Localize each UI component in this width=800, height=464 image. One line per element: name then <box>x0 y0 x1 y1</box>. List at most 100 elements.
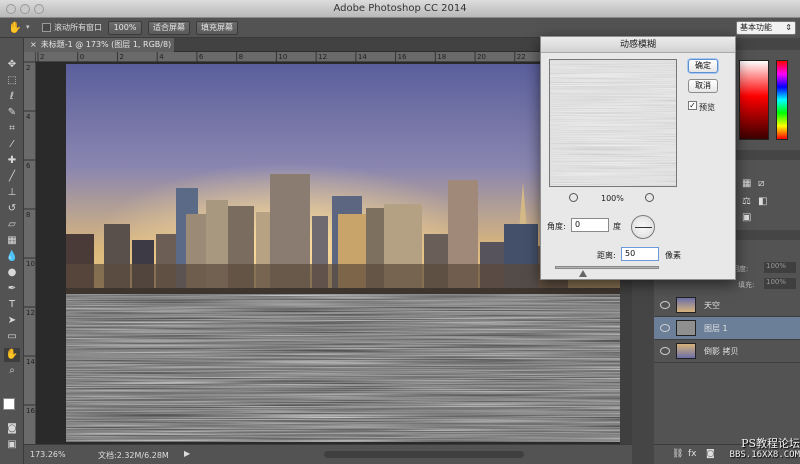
hue-slider[interactable] <box>776 60 788 140</box>
ruler-tick-label: 4 <box>26 113 31 121</box>
cancel-button[interactable]: 取消 <box>688 79 718 93</box>
clone-stamp-tool-icon[interactable]: ⊥ <box>4 186 20 200</box>
chevron-down-icon[interactable]: ▾ <box>26 23 30 31</box>
ruler-tick-label: 10 <box>278 53 287 61</box>
preview-zoom-level: 100% <box>601 194 624 203</box>
ruler-tick-label: 8 <box>239 53 243 61</box>
ruler-tick-label: 12 <box>318 53 327 61</box>
vertical-ruler-ticks: 2 4 6 8 10 12 14 16 <box>24 61 36 415</box>
history-brush-tool-icon[interactable]: ↺ <box>4 202 20 216</box>
adjustments-panel: ▦ ⧄ ⚖ ◧ ▣ <box>736 160 800 230</box>
healing-brush-tool-icon[interactable]: ✚ <box>4 154 20 168</box>
distance-label: 距离: <box>597 251 616 260</box>
ruler-tick-label: 0 <box>80 53 84 61</box>
zoom-out-icon[interactable] <box>569 193 578 202</box>
layer-row-selected[interactable]: 图层 1 <box>654 317 800 340</box>
horizontal-scrollbar[interactable] <box>324 451 524 458</box>
gradient-tool-icon[interactable]: ▦ <box>4 234 20 248</box>
close-icon[interactable]: × <box>30 40 37 49</box>
blur-tool-icon[interactable]: 💧 <box>4 250 20 264</box>
marquee-tool-icon[interactable]: ⬚ <box>4 74 20 88</box>
path-select-tool-icon[interactable]: ➤ <box>4 314 20 328</box>
angle-dial[interactable] <box>631 215 655 239</box>
status-bar: 173.26% 文档:2.32M/6.28M ▶ <box>24 444 632 464</box>
brush-tool-icon[interactable]: ╱ <box>4 170 20 184</box>
layer-name: 图层 1 <box>704 324 728 333</box>
lasso-tool-icon[interactable]: ℓ <box>4 90 20 104</box>
ruler-tick-label: 10 <box>26 260 35 268</box>
move-tool-icon[interactable]: ✥ <box>4 58 20 72</box>
distance-slider-thumb[interactable] <box>579 270 587 277</box>
color-picker-field[interactable] <box>739 60 769 140</box>
scroll-all-windows-label: 滚动所有窗口 <box>54 23 102 32</box>
fill-label: 填充: <box>738 281 755 289</box>
fill-screen-button[interactable]: 填充屏幕 <box>196 21 238 35</box>
link-layers-icon[interactable]: ⛓ <box>672 449 683 459</box>
preview-label: 预览 <box>699 103 715 112</box>
document-canvas[interactable] <box>66 64 622 442</box>
color-balance-icon[interactable]: ⚖ <box>742 196 751 207</box>
layer-row[interactable]: 天空 <box>654 294 800 317</box>
visibility-eye-icon[interactable] <box>660 301 670 309</box>
layer-thumbnail <box>676 297 696 313</box>
dialog-title: 动感模糊 <box>541 37 735 53</box>
hand-tool-icon[interactable]: ✋ <box>4 348 20 362</box>
layer-style-icon[interactable]: fx <box>688 449 697 459</box>
ruler-tick-label: 2 <box>26 64 30 72</box>
chevron-down-icon: ⇕ <box>785 23 792 32</box>
ruler-tick-label: 14 <box>26 358 35 366</box>
dodge-tool-icon[interactable]: ● <box>4 266 20 280</box>
ruler-tick-label: 12 <box>26 309 35 317</box>
ok-button[interactable]: 确定 <box>688 59 718 73</box>
motion-blur-dialog: 动感模糊 确定 取消 ✓ 预览 100% 角度: 0 度 距离: 50 像素 <box>540 36 736 280</box>
tools-panel: ✥ ⬚ ℓ ✎ ⌗ ⁄ ✚ ╱ ⊥ ↺ ▱ ▦ 💧 ● ✒ T ➤ ▭ ✋ ⌕ … <box>0 38 24 464</box>
preview-checkbox[interactable]: ✓ <box>688 101 697 110</box>
distance-unit: 像素 <box>665 251 681 260</box>
workspace-select[interactable]: 基本功能 ⇕ <box>736 21 796 35</box>
angle-input[interactable]: 0 <box>571 218 609 232</box>
bw-icon[interactable]: ◧ <box>758 196 767 207</box>
ruler-tick-label: 18 <box>437 53 446 61</box>
levels-icon[interactable]: ▦ <box>742 178 751 189</box>
distance-slider-track[interactable] <box>555 266 659 269</box>
zoom-100-button[interactable]: 100% <box>108 21 142 35</box>
ruler-tick-label: 14 <box>358 53 367 61</box>
zoom-in-icon[interactable] <box>645 193 654 202</box>
watermark-title: PS教程论坛 <box>741 437 800 450</box>
layer-row[interactable]: 倒影 拷贝 <box>654 340 800 363</box>
pen-tool-icon[interactable]: ✒ <box>4 282 20 296</box>
quick-mask-icon[interactable]: ◙ <box>4 422 20 436</box>
ruler-tick-label: 6 <box>26 162 31 170</box>
crop-tool-icon[interactable]: ⌗ <box>4 122 20 136</box>
scroll-all-windows-checkbox[interactable] <box>42 23 51 32</box>
fit-screen-button[interactable]: 适合屏幕 <box>148 21 190 35</box>
filter-preview[interactable] <box>549 59 677 187</box>
ruler-tick-label: 16 <box>26 407 35 415</box>
ruler-tick-label: 2 <box>119 53 123 61</box>
eyedropper-tool-icon[interactable]: ⁄ <box>4 138 20 152</box>
visibility-eye-icon[interactable] <box>660 347 670 355</box>
zoom-level-readout[interactable]: 173.26% <box>30 450 66 459</box>
angle-label: 角度: <box>547 222 566 231</box>
foreground-color-swatch[interactable] <box>3 398 15 410</box>
status-menu-icon[interactable]: ▶ <box>184 449 190 458</box>
hand-tool-preset-icon[interactable]: ✋ <box>8 21 22 34</box>
ruler-tick-label: 8 <box>26 211 30 219</box>
screen-mode-icon[interactable]: ▣ <box>4 438 20 452</box>
ruler-tick-label: 16 <box>398 53 407 61</box>
distance-input[interactable]: 50 <box>621 247 659 261</box>
fill-field[interactable]: 100% <box>764 278 796 289</box>
zoom-tool-icon[interactable]: ⌕ <box>4 364 20 378</box>
curves-icon[interactable]: ⧄ <box>758 178 764 189</box>
title-bar: Adobe Photoshop CC 2014 <box>0 0 800 18</box>
ruler-tick-label: 22 <box>517 53 526 61</box>
eraser-tool-icon[interactable]: ▱ <box>4 218 20 232</box>
type-tool-icon[interactable]: T <box>4 298 20 312</box>
angle-dial-needle <box>635 227 652 228</box>
quick-select-tool-icon[interactable]: ✎ <box>4 106 20 120</box>
visibility-eye-icon[interactable] <box>660 324 670 332</box>
document-tab[interactable]: ×未标题-1 @ 173% (图层 1, RGB/8) * <box>24 38 174 63</box>
opacity-field[interactable]: 100% <box>764 262 796 273</box>
selective-color-icon[interactable]: ▣ <box>742 212 751 223</box>
shape-tool-icon[interactable]: ▭ <box>4 330 20 344</box>
